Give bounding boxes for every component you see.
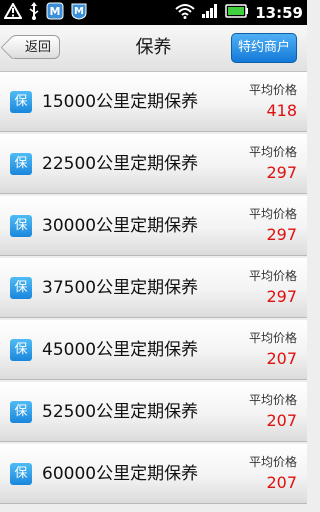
- list-item[interactable]: 保 45000公里定期保养 平均价格 207: [0, 320, 307, 380]
- price-value: 207: [266, 411, 297, 430]
- maintenance-list: 保 15000公里定期保养 平均价格 418 保 22500公里定期保养 平均价…: [0, 72, 307, 506]
- status-bar-notifications: M M: [3, 1, 88, 24]
- price-value: 418: [266, 101, 297, 120]
- status-bar: M M 13:59: [0, 0, 307, 25]
- signal-icon: [201, 3, 219, 23]
- app-notification-icon: M: [46, 2, 64, 24]
- price-label: 平均价格: [248, 145, 297, 159]
- item-title: 60000公里定期保养: [42, 464, 199, 484]
- price-label: 平均价格: [248, 331, 297, 345]
- usb-icon: [28, 1, 40, 24]
- item-title: 52500公里定期保养: [42, 402, 199, 422]
- list-item[interactable]: 保 60000公里定期保养 平均价格 207: [0, 444, 307, 504]
- svg-text:M: M: [50, 5, 61, 18]
- app-notification-icon: M: [70, 2, 88, 24]
- list-item[interactable]: 保 22500公里定期保养 平均价格 297: [0, 134, 307, 194]
- item-title: 45000公里定期保养: [42, 340, 199, 360]
- price-label: 平均价格: [248, 83, 297, 97]
- list-item[interactable]: 保 30000公里定期保养 平均价格 297: [0, 196, 307, 256]
- wifi-icon: [175, 3, 195, 23]
- price-value: 297: [266, 163, 297, 182]
- price-value: 207: [266, 349, 297, 368]
- list-item[interactable]: 保 52500公里定期保养 平均价格 207: [0, 382, 307, 442]
- maintenance-badge-icon: 保: [10, 91, 32, 113]
- price-label: 平均价格: [248, 455, 297, 469]
- price-label: 平均价格: [248, 393, 297, 407]
- back-button-label: 返回: [24, 40, 51, 55]
- price-value: 297: [266, 287, 297, 306]
- maintenance-badge-icon: 保: [10, 153, 32, 175]
- item-title: 15000公里定期保养: [42, 92, 199, 112]
- list-item[interactable]: 保 15000公里定期保养 平均价格 418: [0, 72, 307, 132]
- item-title: 22500公里定期保养: [42, 154, 199, 174]
- maintenance-badge-icon: 保: [10, 277, 32, 299]
- svg-text:M: M: [74, 6, 84, 17]
- price-value: 207: [266, 473, 297, 492]
- price-value: 297: [266, 225, 297, 244]
- battery-icon: [225, 3, 249, 22]
- price-label: 平均价格: [248, 269, 297, 283]
- warning-icon: [3, 1, 23, 23]
- app-header: 保养 返回 特约商户: [0, 25, 307, 72]
- status-time: 13:59: [255, 3, 303, 22]
- item-title: 37500公里定期保养: [42, 278, 199, 298]
- maintenance-badge-icon: 保: [10, 463, 32, 485]
- maintenance-badge-icon: 保: [10, 215, 32, 237]
- maintenance-badge-icon: 保: [10, 401, 32, 423]
- status-bar-system: 13:59: [175, 2, 303, 23]
- list-item[interactable]: 保 37500公里定期保养 平均价格 297: [0, 258, 307, 318]
- item-title: 30000公里定期保养: [42, 216, 199, 236]
- back-button[interactable]: 返回: [10, 35, 60, 59]
- price-label: 平均价格: [248, 207, 297, 221]
- maintenance-badge-icon: 保: [10, 339, 32, 361]
- special-merchant-button[interactable]: 特约商户: [231, 33, 297, 63]
